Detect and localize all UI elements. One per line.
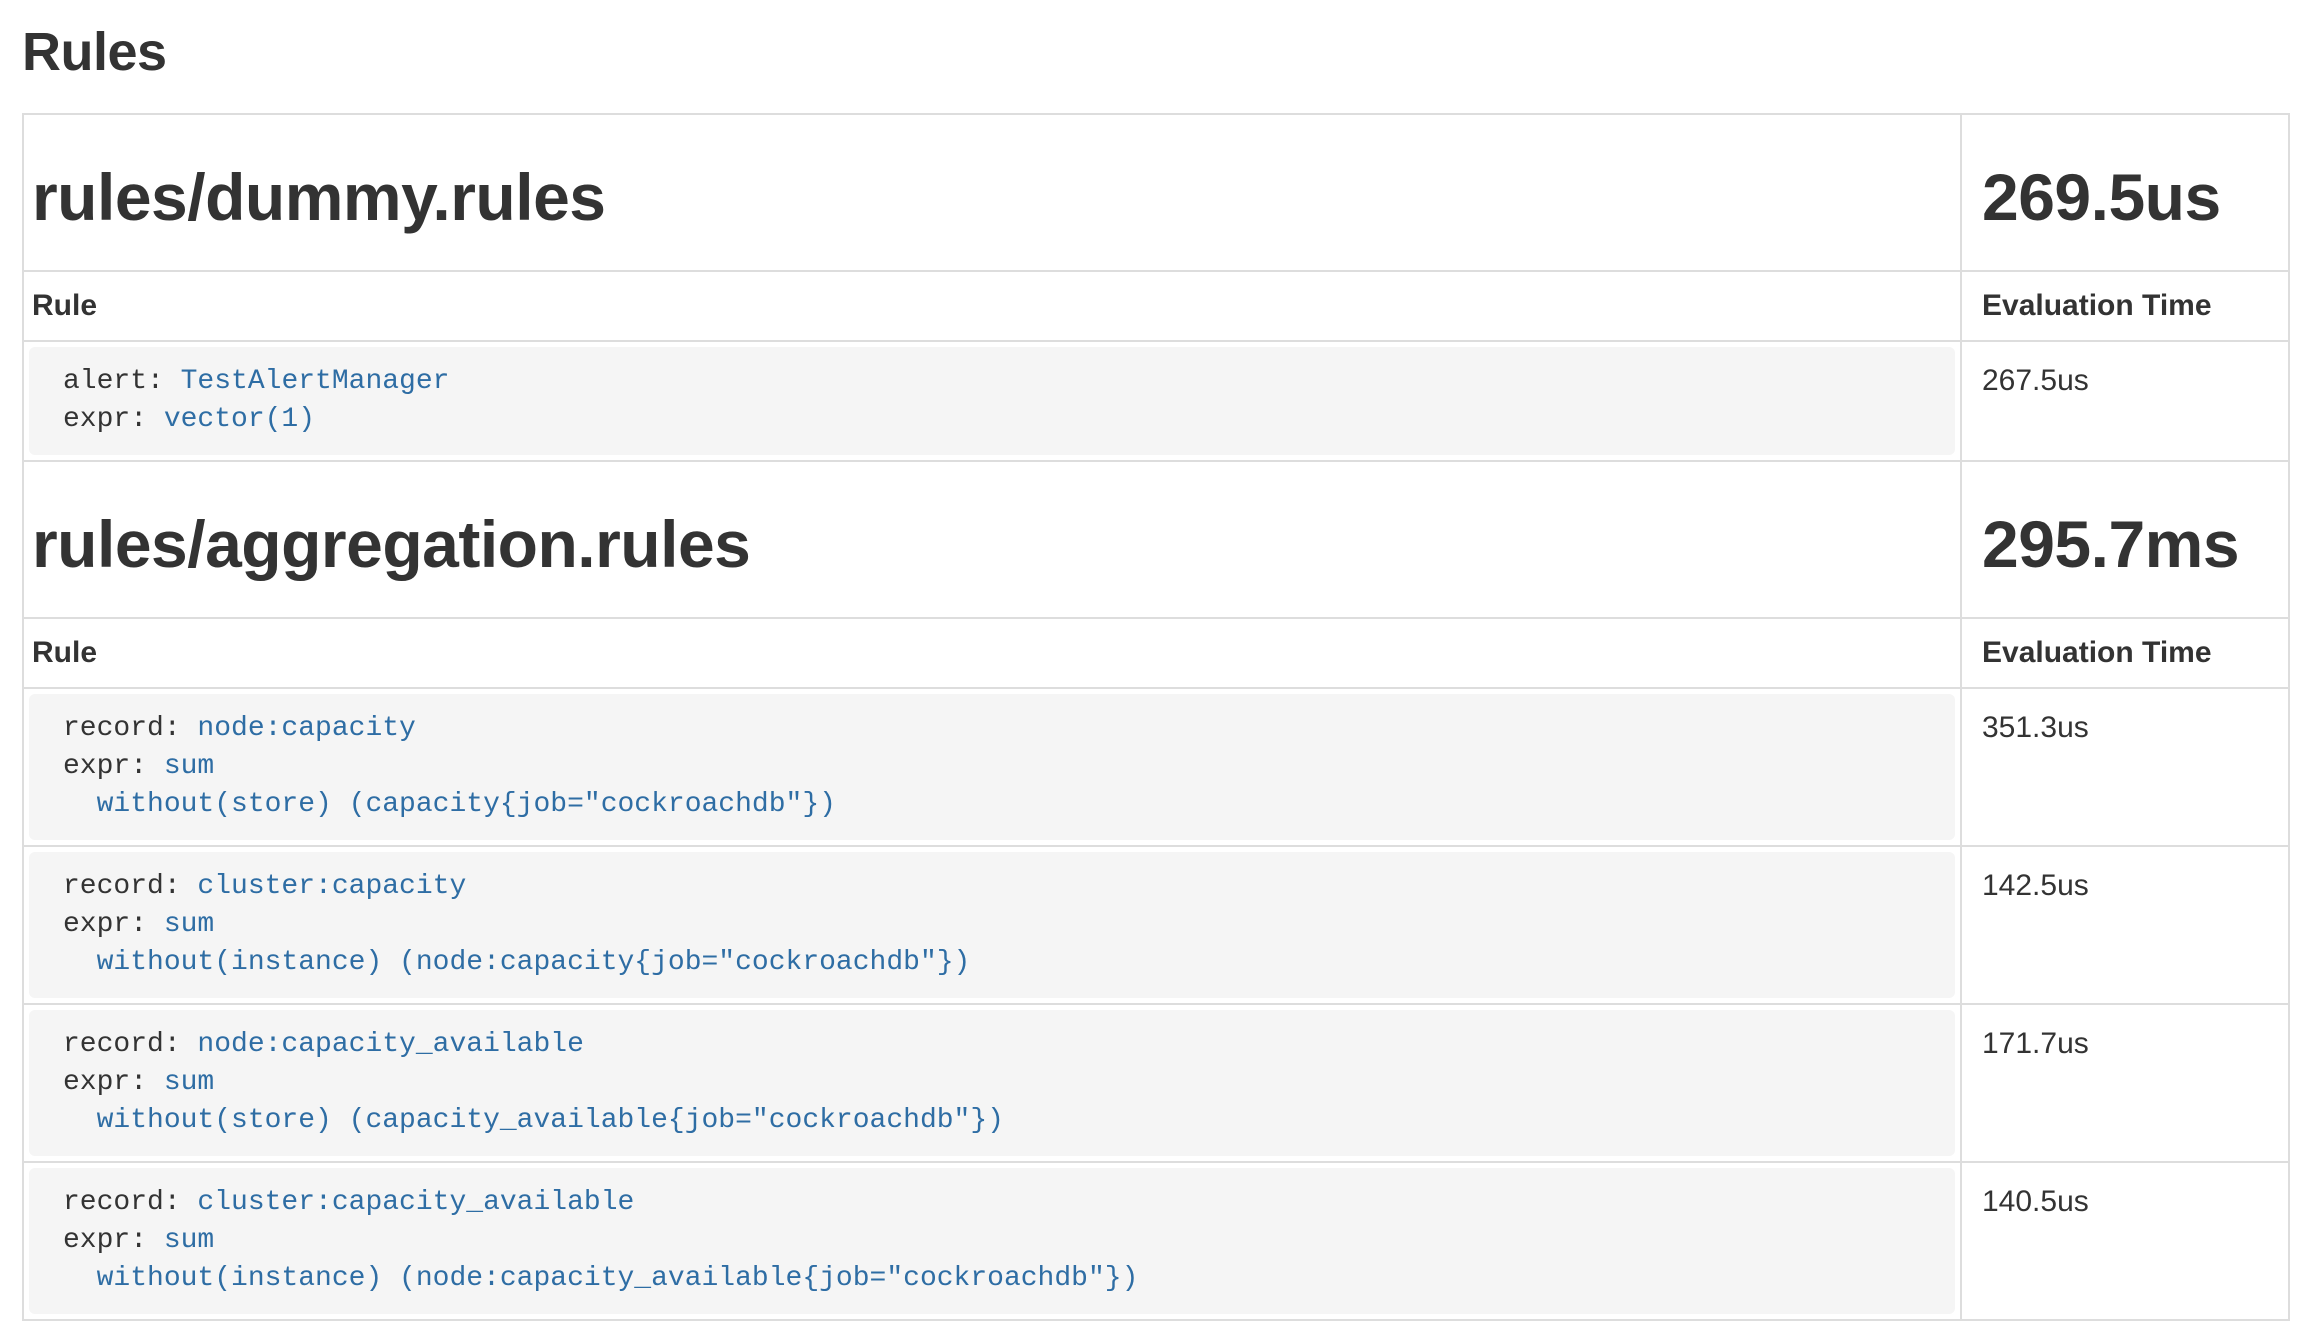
rules-page: Rules rules/dummy.rules 269.5us Rule Eva…: [0, 0, 2316, 1322]
group-file-title: rules/dummy.rules: [32, 161, 1952, 234]
rule-expr-link[interactable]: sum without(store) (capacity_available{j…: [63, 1067, 1004, 1136]
expr-label: expr:: [63, 404, 147, 435]
rule-row: record: node:capacity expr:sum without(sto…: [23, 688, 2289, 846]
rule-definition: record: node:capacity_available expr:sum w…: [29, 1010, 1955, 1156]
expr-label: expr:: [63, 1067, 147, 1098]
expr-label: expr:: [63, 909, 147, 940]
rule-name-link[interactable]: cluster:capacity_available: [197, 1187, 634, 1218]
rule-expr-link[interactable]: vector(1): [164, 404, 315, 435]
rule-eval-time: 351.3us: [1961, 688, 2289, 846]
rule-row: record: cluster:capacity_available expr:su…: [23, 1162, 2289, 1320]
rule-eval-time: 267.5us: [1961, 341, 2289, 461]
page-title: Rules: [22, 20, 2290, 85]
rule-row: alert: TestAlertManager expr: vector(1) 267…: [23, 341, 2289, 461]
rule-kind-label: record:: [63, 1187, 181, 1218]
evaluation-time-column-header: Evaluation Time: [1961, 271, 2289, 341]
rule-row: record: cluster:capacity expr:sum without(…: [23, 846, 2289, 1004]
rule-kind-label: record:: [63, 871, 181, 902]
rule-expr-link[interactable]: sum without(instance) (node:capacity_ava…: [63, 1225, 1138, 1294]
rule-name-link[interactable]: cluster:capacity: [197, 871, 466, 902]
rule-name-link[interactable]: node:capacity: [197, 713, 415, 744]
group-header-row: rules/dummy.rules 269.5us: [23, 114, 2289, 271]
expr-label: expr:: [63, 751, 147, 782]
rule-column-header: Rule: [23, 618, 1961, 688]
rule-definition: alert: TestAlertManager expr: vector(1): [29, 347, 1955, 455]
rule-kind-label: alert:: [63, 366, 164, 397]
rule-expr-link[interactable]: sum without(store) (capacity{job="cockro…: [63, 751, 836, 820]
group-total-eval-time: 269.5us: [1982, 161, 2280, 234]
rule-name-link[interactable]: node:capacity_available: [197, 1029, 583, 1060]
group-header-row: rules/aggregation.rules 295.7ms: [23, 461, 2289, 618]
column-header-row: Rule Evaluation Time: [23, 271, 2289, 341]
rule-kind-label: record:: [63, 1029, 181, 1060]
column-header-row: Rule Evaluation Time: [23, 618, 2289, 688]
rule-eval-time: 171.7us: [1961, 1004, 2289, 1162]
rule-name-link[interactable]: TestAlertManager: [181, 366, 450, 397]
rule-expr-link[interactable]: sum without(instance) (node:capacity{job…: [63, 909, 970, 978]
rule-eval-time: 140.5us: [1961, 1162, 2289, 1320]
rule-row: record: node:capacity_available expr:sum w…: [23, 1004, 2289, 1162]
group-total-eval-time: 295.7ms: [1982, 508, 2280, 581]
rule-column-header: Rule: [23, 271, 1961, 341]
evaluation-time-column-header: Evaluation Time: [1961, 618, 2289, 688]
rule-definition: record: node:capacity expr:sum without(sto…: [29, 694, 1955, 840]
rule-kind-label: record:: [63, 713, 181, 744]
rule-definition: record: cluster:capacity expr:sum without(…: [29, 852, 1955, 998]
rule-eval-time: 142.5us: [1961, 846, 2289, 1004]
rule-definition: record: cluster:capacity_available expr:su…: [29, 1168, 1955, 1314]
group-file-title: rules/aggregation.rules: [32, 508, 1952, 581]
expr-label: expr:: [63, 1225, 147, 1256]
rules-table: rules/dummy.rules 269.5us Rule Evaluatio…: [22, 113, 2290, 1321]
